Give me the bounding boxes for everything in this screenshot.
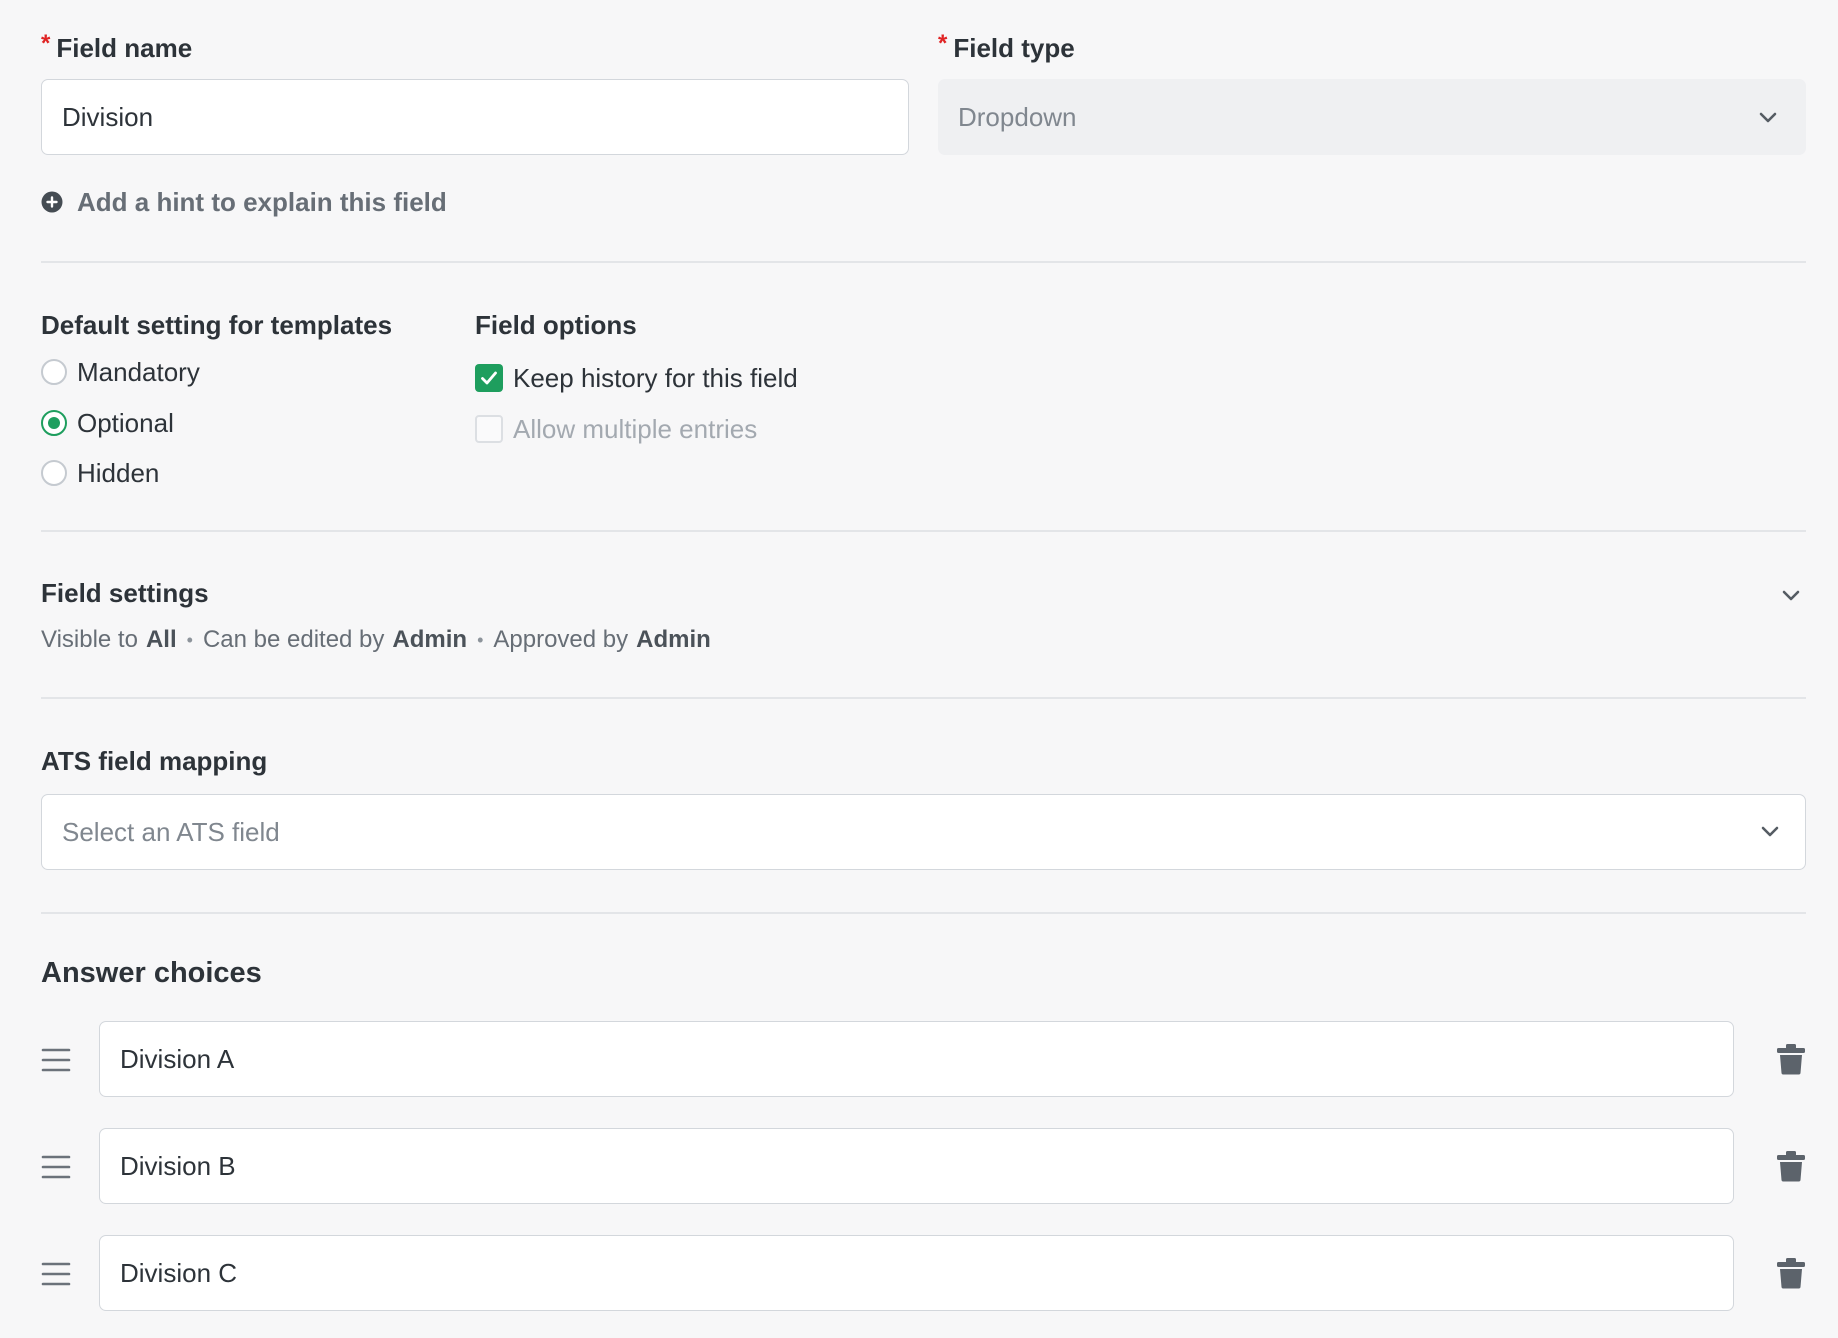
radio-circle[interactable] [41,460,67,486]
drag-handle-icon[interactable] [41,1047,71,1073]
field-name-input[interactable]: Division [41,79,909,155]
answer-choices-heading: Answer choices [41,957,262,989]
drag-handle-icon[interactable] [41,1154,71,1180]
field-type-label-text: Field type [953,32,1075,63]
trash-icon[interactable] [1776,1150,1806,1182]
chevron-down-icon [1761,826,1779,837]
field-name-label: * Field name [41,30,192,66]
divider [41,261,1806,263]
field-type-select[interactable]: Dropdown [938,79,1806,155]
required-mark: * [41,30,51,57]
field-type-value: Dropdown [958,101,1077,132]
chevron-down-icon [1759,112,1777,123]
checkbox-label: Keep history for this field [513,362,798,393]
ats-field-placeholder: Select an ATS field [62,816,280,847]
answer-choice-value: Division B [120,1150,236,1181]
radio-circle-selected[interactable] [41,410,67,436]
required-mark: * [938,30,948,57]
add-hint-link[interactable]: Add a hint to explain this field [41,186,447,218]
checkbox-allow-multiple: Allow multiple entries [475,413,757,445]
answer-choice-value: Division C [120,1257,238,1288]
trash-icon[interactable] [1776,1257,1806,1289]
ats-mapping-heading: ATS field mapping [41,745,268,776]
field-type-label: * Field type [938,30,1075,66]
field-name-label-text: Field name [56,32,193,63]
checkbox-label: Allow multiple entries [513,413,758,444]
answer-choice-value: Division A [120,1043,235,1074]
checkbox-keep-history[interactable]: Keep history for this field [475,362,798,394]
radio-label: Mandatory [77,356,200,387]
field-name-value: Division [62,101,154,132]
answer-choice-input[interactable]: Division A [99,1021,1734,1097]
field-options-heading: Field options [475,309,637,340]
trash-icon[interactable] [1776,1043,1806,1075]
default-setting-heading: Default setting for templates [41,309,393,340]
radio-label: Optional [77,407,174,438]
answer-choice-input[interactable]: Division B [99,1128,1734,1204]
divider [41,530,1806,532]
checkbox-unchecked-disabled [475,415,503,443]
divider [41,912,1806,914]
drag-handle-icon[interactable] [41,1261,71,1287]
field-editor-form: * Field name Division * Field type Dropd… [0,0,1838,1338]
radio-label: Hidden [77,457,160,488]
radio-optional[interactable]: Optional [41,407,174,439]
radio-hidden[interactable]: Hidden [41,457,159,489]
plus-circle-icon [41,191,63,213]
radio-mandatory[interactable]: Mandatory [41,356,200,388]
radio-circle[interactable] [41,359,67,385]
field-settings-heading[interactable]: Field settings [41,575,209,611]
answer-choice-input[interactable]: Division C [99,1235,1734,1311]
ats-field-select[interactable]: Select an ATS field [41,794,1806,870]
add-hint-label: Add a hint to explain this field [77,186,447,217]
divider [41,697,1806,699]
field-settings-summary: Visible to All • Can be edited by Admin … [41,626,711,653]
check-icon [481,371,497,385]
chevron-down-icon[interactable] [1779,583,1803,607]
checkbox-checked[interactable] [475,364,503,392]
